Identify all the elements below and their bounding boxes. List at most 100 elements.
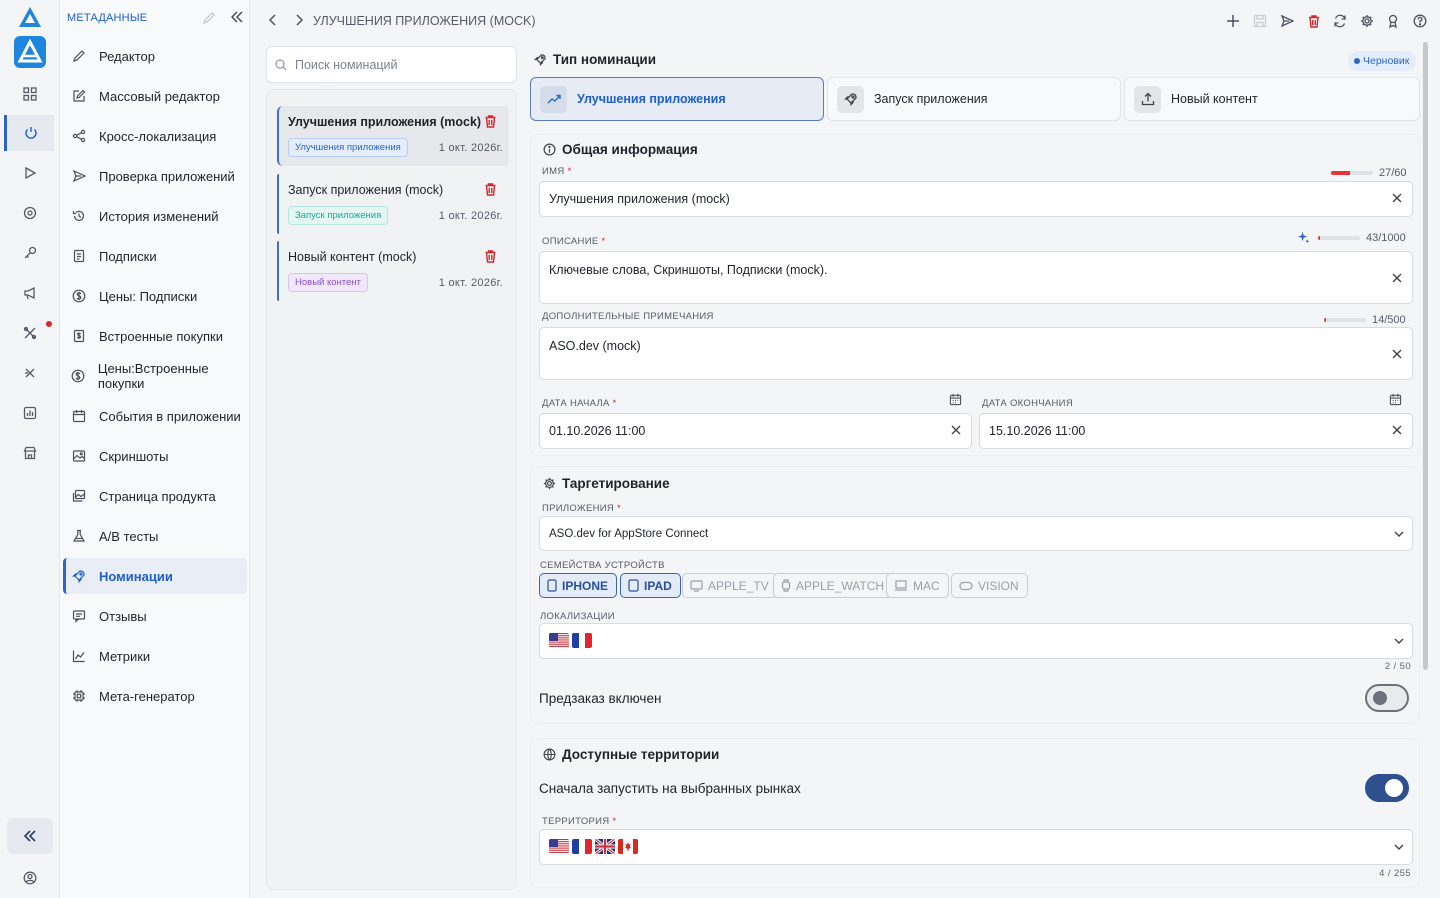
preorder-toggle[interactable] — [1365, 684, 1409, 712]
localizations-select[interactable] — [539, 623, 1413, 659]
search-box — [266, 46, 517, 83]
sidebar-item[interactable]: Редактор — [63, 38, 247, 74]
account-icon[interactable] — [18, 866, 42, 890]
sidebar-item[interactable]: История изменений — [63, 198, 247, 234]
type-option-new-content[interactable]: Новый контент — [1124, 77, 1420, 121]
ai-sparkle-icon[interactable] — [1297, 231, 1310, 244]
device-chip-iphone[interactable]: IPHONE — [539, 573, 618, 598]
nomination-title: Улучшения приложения (mock) — [288, 115, 482, 129]
sidebar-item[interactable]: Массовый редактор — [63, 78, 247, 114]
sidebar-item[interactable]: Цены:Встроенные покупки — [63, 358, 247, 394]
clear-icon[interactable] — [1391, 192, 1403, 204]
sidebar-item[interactable]: Подписки — [63, 238, 247, 274]
aso-logo-icon[interactable] — [18, 6, 42, 28]
device-families-label: СЕМЕЙСТВА УСТРОЙСТВ — [540, 560, 665, 571]
sidebar-item[interactable]: События в приложении — [63, 398, 247, 434]
refresh-icon[interactable] — [1332, 13, 1348, 29]
clear-icon[interactable] — [950, 424, 962, 436]
sidebar-item[interactable]: Кросс-локализация — [63, 118, 247, 154]
forward-arrow-icon[interactable] — [294, 13, 304, 27]
end-date-label: ДАТА ОКОНЧАНИЯ — [982, 398, 1073, 409]
play-icon[interactable] — [18, 161, 42, 185]
edit-pencil-icon[interactable] — [202, 11, 216, 25]
images-icon — [71, 488, 87, 504]
award-icon[interactable] — [1385, 13, 1401, 29]
type-option-improvements[interactable]: Улучшения приложения — [530, 77, 824, 121]
first-launch-toggle[interactable] — [1365, 774, 1409, 802]
search-input[interactable] — [295, 55, 505, 75]
clear-icon[interactable] — [1391, 348, 1403, 360]
sidebar-item[interactable]: Встроенные покупки — [63, 318, 247, 354]
sidebar-item-label: События в приложении — [99, 408, 241, 424]
sidebar-item[interactable]: Номинации — [63, 558, 247, 594]
sidebar-item[interactable]: Цены: Подписки — [63, 278, 247, 314]
tools-icon[interactable] — [18, 321, 42, 345]
flask-icon — [71, 528, 87, 544]
key-icon[interactable] — [18, 241, 42, 265]
sidebar-item[interactable]: Метрики — [63, 638, 247, 674]
rocket-icon — [534, 53, 547, 66]
apps-grid-icon[interactable] — [18, 82, 42, 106]
sidebar-item[interactable]: A/B тесты — [63, 518, 247, 554]
sidebar-item-label: Скриншоты — [99, 448, 169, 464]
clear-icon[interactable] — [1391, 424, 1403, 436]
start-date-field[interactable]: 01.10.2026 11:00 — [539, 413, 972, 449]
description-field[interactable]: Ключевые слова, Скриншоты, Подписки (moc… — [539, 251, 1413, 304]
preorder-label: Предзаказ включен — [539, 691, 662, 706]
app-icon[interactable] — [14, 36, 46, 68]
sidebar-item[interactable]: Мета-генератор — [63, 678, 247, 714]
sidebar-item[interactable]: Страница продукта — [63, 478, 247, 514]
description-label: ОПИСАНИЕ * — [542, 236, 606, 247]
device-chip-ipad[interactable]: IPAD — [620, 573, 681, 598]
upload-icon — [1134, 85, 1161, 113]
settings-gear-icon[interactable] — [1359, 13, 1375, 29]
sidebar-item-label: Метрики — [99, 648, 151, 664]
back-arrow-icon[interactable] — [268, 13, 278, 27]
sidebar-item[interactable]: Отзывы — [63, 598, 247, 634]
icon-rail — [0, 0, 60, 898]
name-field[interactable]: Улучшения приложения (mock) — [539, 181, 1413, 217]
nomination-date: 1 окт. 2026г. — [438, 210, 503, 222]
nomination-card[interactable]: Новый контент (mock) Новый контент 1 окт… — [277, 241, 509, 301]
type-option-launch[interactable]: Запуск приложения — [827, 77, 1121, 121]
save-icon[interactable] — [1252, 13, 1268, 29]
clear-icon[interactable] — [1391, 272, 1403, 284]
megaphone-icon[interactable] — [18, 281, 42, 305]
device-chip-vision[interactable]: VISION — [951, 573, 1028, 598]
scrollbar[interactable] — [1423, 42, 1428, 670]
sidebar-item[interactable]: Проверка приложений — [63, 158, 247, 194]
sidebar-item-label: Массовый редактор — [99, 88, 220, 104]
territory-select[interactable] — [539, 829, 1413, 865]
calendar-icon[interactable] — [949, 393, 962, 406]
sidebar-item-label: Редактор — [99, 48, 155, 64]
delete-nomination-icon[interactable] — [484, 182, 497, 196]
calendar-icon[interactable] — [1389, 393, 1402, 406]
device-chip-apple-tv[interactable]: APPLE_TV — [682, 573, 778, 598]
notes-field[interactable]: ASO.dev (mock) — [539, 327, 1413, 380]
xcode-icon[interactable] — [18, 361, 42, 385]
target-icon[interactable] — [18, 201, 42, 225]
metadata-icon[interactable] — [4, 115, 54, 151]
notification-dot — [46, 321, 52, 327]
collapse-panel-icon[interactable] — [230, 10, 244, 24]
delete-nomination-icon[interactable] — [484, 249, 497, 263]
delete-icon[interactable] — [1306, 13, 1322, 29]
help-icon[interactable] — [1412, 13, 1428, 29]
nomination-card[interactable]: Улучшения приложения (mock) Улучшения пр… — [277, 106, 509, 166]
store-icon[interactable] — [18, 441, 42, 465]
delete-nomination-icon[interactable] — [484, 114, 497, 128]
nomination-card[interactable]: Запуск приложения (mock) Запуск приложен… — [277, 174, 509, 234]
collapse-sidebar-button[interactable] — [7, 818, 53, 854]
send-icon[interactable] — [1279, 13, 1295, 29]
nomination-type-tag: Новый контент — [288, 273, 368, 292]
localization-flags — [549, 633, 592, 648]
analytics-icon[interactable] — [18, 401, 42, 425]
sidebar-item[interactable]: Скриншоты — [63, 438, 247, 474]
nomination-date: 1 окт. 2026г. — [438, 142, 503, 154]
device-chip-mac[interactable]: MAC — [886, 573, 949, 598]
device-chip-apple-watch[interactable]: APPLE_WATCH — [773, 573, 894, 598]
chevron-down-icon — [1393, 528, 1405, 540]
apps-select[interactable]: ASO.dev for AppStore Connect — [539, 516, 1413, 551]
end-date-field[interactable]: 15.10.2026 11:00 — [979, 413, 1413, 449]
add-icon[interactable] — [1225, 13, 1241, 29]
